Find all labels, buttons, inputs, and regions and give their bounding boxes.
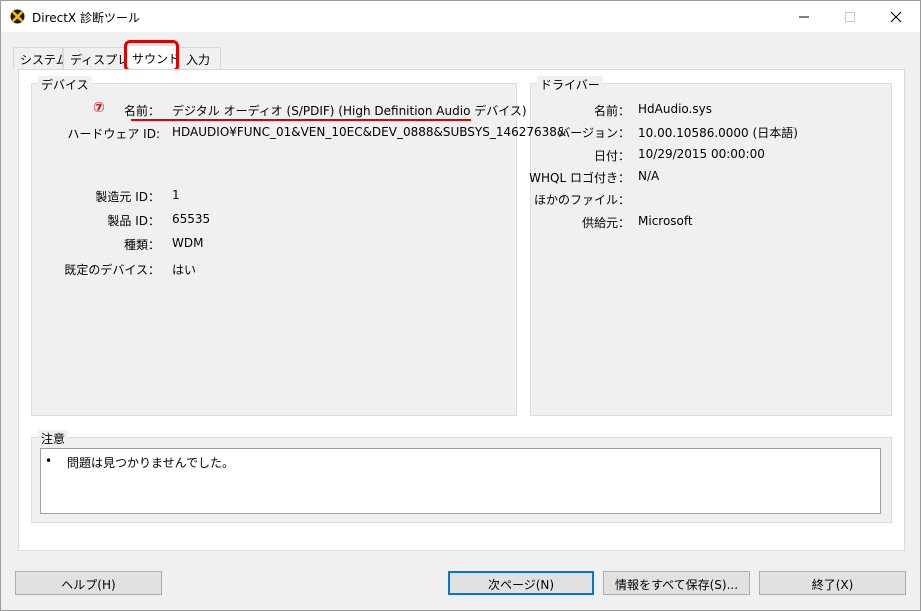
notes-message: 問題は見つかりませんでした。 (67, 456, 235, 470)
hardware-id-label: ハードウェア ID: (67, 127, 160, 141)
tab-highlight-frame (124, 40, 179, 72)
annotation-number: ⑦ (93, 100, 105, 116)
directx-window: DirectX 診断ツール システム ディスプレイ サウンド 入力 デバイス ド… (0, 0, 921, 611)
driver-date-label: 日付： (593, 149, 630, 163)
driver-date-value: 10/29/2015 00:00:00 (638, 147, 765, 161)
whql-label: WHQL ロゴ付き： (529, 171, 630, 185)
product-id-label: 製品 ID： (107, 214, 160, 228)
close-icon (890, 11, 902, 23)
next-page-button[interactable]: 次ページ(N) (448, 571, 594, 595)
exit-button[interactable]: 終了(X) (759, 571, 906, 595)
device-name-label: 名前： (123, 104, 160, 118)
other-files-label: ほかのファイル： (533, 193, 630, 207)
driver-group-title: ドライバー (537, 76, 603, 93)
save-all-info-button[interactable]: 情報をすべて保存(S)... (603, 571, 750, 595)
minimize-button[interactable] (781, 1, 827, 32)
maximize-button[interactable] (827, 1, 873, 32)
close-button[interactable] (873, 1, 919, 32)
tab-input[interactable]: 入力 (179, 47, 221, 69)
tab-display[interactable]: ディスプレイ (63, 47, 141, 69)
default-device-label: 既定のデバイス： (64, 263, 160, 277)
device-group-title: デバイス (38, 76, 92, 93)
device-name-value: デジタル オーディオ (S/PDIF) (High Definition Aud… (172, 104, 527, 118)
directx-icon (10, 9, 25, 24)
notes-textbox[interactable]: • 問題は見つかりませんでした。 (40, 448, 881, 514)
help-button[interactable]: ヘルプ(H) (15, 571, 162, 595)
driver-version-value: 10.00.10586.0000 (日本語) (638, 126, 798, 140)
notes-bullet: • (45, 454, 53, 468)
driver-name-value: HdAudio.sys (638, 102, 712, 116)
provider-value: Microsoft (638, 214, 693, 228)
tab-system[interactable]: システム (13, 47, 68, 69)
driver-version-label: バージョン： (558, 126, 630, 140)
driver-name-label: 名前： (593, 104, 630, 118)
minimize-icon (799, 16, 809, 18)
notes-group-title: 注意 (38, 430, 69, 447)
window-title: DirectX 診断ツール (32, 11, 140, 25)
type-value: WDM (172, 236, 204, 250)
provider-label: 供給元： (581, 216, 630, 230)
type-label: 種類： (123, 238, 160, 252)
manufacturer-id-label: 製造元 ID： (95, 190, 160, 204)
default-device-value: はい (172, 263, 197, 277)
device-name-underline (131, 119, 471, 121)
hardware-id-value: HDAUDIO¥FUNC_01&VEN_10EC&DEV_0888&SUBSYS… (172, 125, 567, 139)
product-id-value: 65535 (172, 212, 211, 226)
manufacturer-id-value: 1 (172, 188, 180, 202)
title-bar: DirectX 診断ツール (1, 1, 920, 32)
maximize-icon (845, 12, 855, 22)
notes-group: 注意 • 問題は見つかりませんでした。 (31, 430, 892, 523)
whql-value: N/A (638, 169, 660, 183)
